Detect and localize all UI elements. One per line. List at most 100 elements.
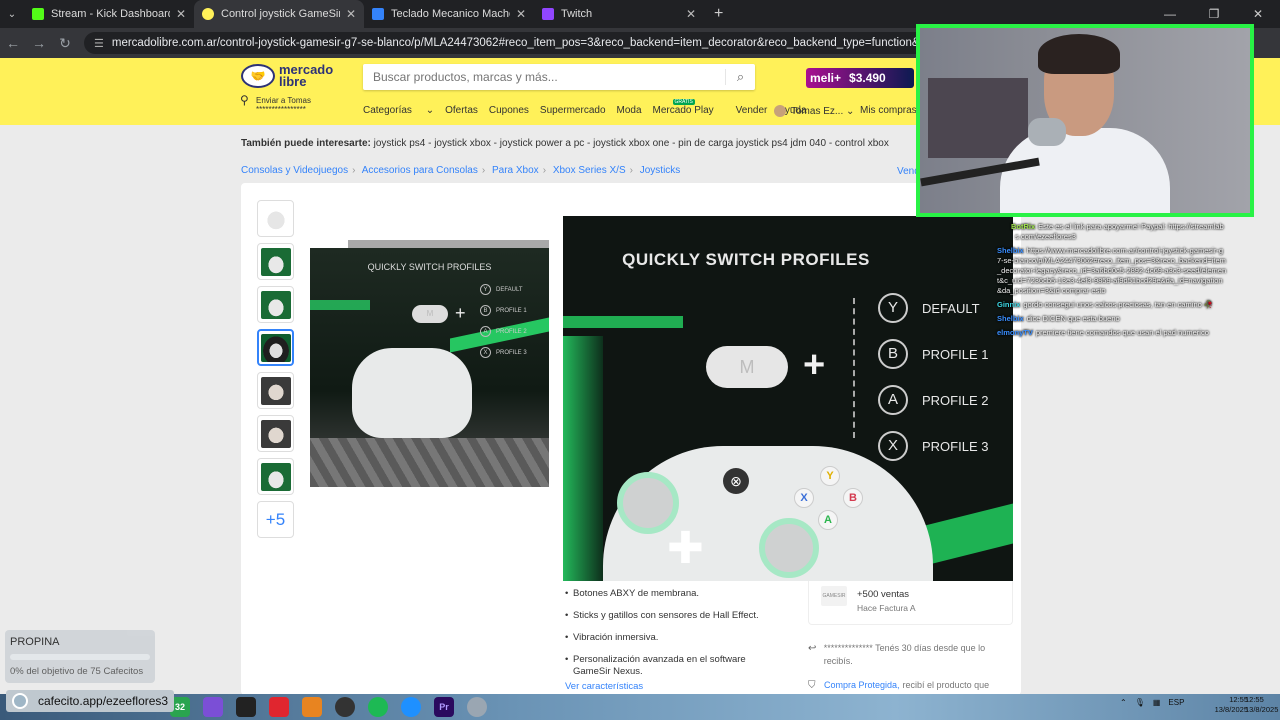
mercadolibre-logo[interactable]: 🤝 mercado libre [241, 63, 333, 88]
location-pin-icon: ⚲ [240, 93, 249, 107]
related-searches: También puede interesarte: joystick ps4 … [241, 138, 889, 149]
kick-icon [32, 8, 44, 20]
tab-kick-dashboard[interactable]: Stream - Kick Dashboard ✕ [24, 0, 194, 28]
close-icon[interactable]: ✕ [516, 7, 526, 21]
user-menu[interactable]: Tomas Ez... ⌄ [774, 105, 854, 117]
thumbnail[interactable] [257, 415, 294, 452]
microphone-icon [1028, 118, 1066, 146]
app-icon[interactable] [269, 697, 289, 717]
back-icon[interactable]: ← [0, 35, 26, 51]
nav-supermercado[interactable]: Supermercado [540, 105, 606, 116]
xbox-home-icon: ⊗ [723, 468, 749, 494]
premiere-icon[interactable]: Pr [434, 697, 454, 717]
nav-cupones[interactable]: Cupones [489, 105, 529, 116]
breadcrumb-item[interactable]: Xbox Series X/S [553, 165, 626, 176]
more-thumbnails-button[interactable]: +5 [257, 501, 294, 538]
feature-item: Botones ABXY de membrana. [565, 588, 785, 600]
nav-moda[interactable]: Moda [617, 105, 642, 116]
feature-item: Sticks y gatillos con sensores de Hall E… [565, 610, 785, 622]
plus-small: + [455, 303, 466, 323]
chat-message: elmonyTV premiere tiene comandos que usan… [997, 328, 1209, 337]
tab-teclado[interactable]: Teclado Mecanico Machenike K ✕ [364, 0, 534, 28]
maximize-icon[interactable]: ❐ [1192, 7, 1236, 21]
mis-compras-link[interactable]: Mis compras [860, 105, 917, 116]
webcam-overlay [916, 24, 1254, 217]
cafecito-icon [12, 693, 28, 709]
obs-studio-icon[interactable] [335, 697, 355, 717]
profiles-small: Y DEFAULT B PROFILE 1 A PROFILE 2 X PROFILE … [480, 280, 532, 364]
app-icon[interactable] [203, 697, 223, 717]
chat-message: Shelbix https://www.mercadolibre.com.ar/c… [997, 246, 1227, 295]
thumbnail[interactable] [257, 286, 294, 323]
mic-tray-icon[interactable]: 🎙 [1135, 698, 1145, 707]
thumbnail[interactable] [257, 458, 294, 495]
close-icon[interactable]: ✕ [346, 7, 356, 21]
profile-row: X PROFILE 3 [878, 423, 988, 469]
search-box: ⌕ [363, 64, 755, 90]
close-icon[interactable]: ✕ [686, 7, 696, 21]
search-icon[interactable]: ⌕ [725, 69, 755, 85]
reload-icon[interactable]: ↻ [52, 35, 78, 52]
wifi-icon[interactable]: ▦ [1153, 698, 1161, 707]
tab-twitch[interactable]: Twitch ✕ [534, 0, 704, 28]
compra-protegida-link[interactable]: Compra Protegida, [824, 680, 900, 691]
spotify-icon[interactable] [368, 697, 388, 717]
breadcrumb-item[interactable]: Accesorios para Consolas [362, 165, 478, 176]
zoom-lens-bar [348, 240, 549, 248]
profile-row: B PROFILE 1 [878, 331, 988, 377]
dpad-icon: ✚ [667, 524, 704, 573]
seller-info[interactable]: GAMESIR +500 ventas Hace Factura A [808, 581, 1013, 625]
profile-list: Y DEFAULT B PROFILE 1 A PROFILE 2 X PROFILE … [878, 285, 988, 469]
breadcrumb-item[interactable]: Joysticks [640, 165, 681, 176]
close-icon[interactable]: ✕ [176, 7, 186, 21]
app-icon[interactable] [467, 697, 487, 717]
thumbnail-selected[interactable] [257, 329, 294, 366]
profile-row: A PROFILE 2 [878, 377, 988, 423]
avatar [774, 105, 786, 117]
thumbnail[interactable] [257, 200, 294, 237]
thumbnail[interactable] [257, 243, 294, 280]
obs-icon[interactable] [236, 697, 256, 717]
m-button-small: M [412, 305, 448, 323]
close-window-icon[interactable]: ✕ [1236, 7, 1280, 21]
thumbnail[interactable] [257, 372, 294, 409]
zoomed-product-image: QUICKLY SWITCH PROFILES M + Y DEFAULT B PR… [563, 216, 1013, 581]
shield-icon: ⛉ [808, 680, 816, 691]
clock[interactable]: 12:55 13/8/2025 [1208, 695, 1248, 715]
nav-mercado-play[interactable]: GRATIS Mercado Play [653, 99, 725, 116]
cafecito-link[interactable]: cafecito.app/ezeeflores3 [6, 690, 174, 712]
chat-message: Ginnix gordo consegui unos calcos precios… [997, 300, 1214, 309]
plus-sign: + [803, 344, 826, 386]
thumbnail-gallery: +5 [257, 200, 294, 544]
search-input[interactable] [363, 64, 725, 90]
nav-vender[interactable]: Vender [736, 105, 768, 116]
profile-row: Y DEFAULT [878, 285, 988, 331]
forward-icon[interactable]: → [26, 35, 52, 51]
seller-logo: GAMESIR [821, 586, 847, 606]
breadcrumb-item[interactable]: Consolas y Videojuegos [241, 165, 348, 176]
site-info-icon[interactable]: ☰ [94, 37, 104, 50]
controller-image [352, 348, 472, 438]
purchase-protection: ⛉ Compra Protegida, recibí el producto q… [808, 680, 990, 691]
feature-list: Botones ABXY de membrana. Sticks y gatil… [565, 588, 785, 688]
app-icon[interactable] [401, 697, 421, 717]
right-stick [759, 518, 819, 578]
tab-mercadolibre[interactable]: Control joystick GameSir G7 SE ✕ [194, 0, 364, 28]
nav-categorias[interactable]: Categorías ⌄ [363, 105, 434, 116]
new-tab-button[interactable]: + [714, 5, 723, 23]
feature-item: Vibración inmersiva. [565, 632, 785, 644]
shipping-location[interactable]: ⚲ Enviar a Tomas **************** [240, 93, 311, 114]
system-tray: ⌃ 🎙 ▦ ESP [1120, 698, 1185, 707]
meliplus-banner[interactable]: meli+ $3.490 [806, 68, 914, 88]
nav-ofertas[interactable]: Ofertas [445, 105, 478, 116]
app-icon[interactable] [302, 697, 322, 717]
ver-caracteristicas-link[interactable]: Ver características [565, 681, 643, 692]
chevron-up-icon[interactable]: ⌃ [1120, 698, 1127, 707]
related-links[interactable]: joystick ps4 - joystick xbox - joystick … [374, 138, 889, 149]
taskbar-apps: 32 Pr [170, 697, 500, 717]
clock-secondary: 12:55 13/8/2025 [1245, 695, 1279, 714]
minimize-icon[interactable]: — [1148, 7, 1192, 21]
breadcrumb-item[interactable]: Para Xbox [492, 165, 539, 176]
stream-chat: BotRix Este es el link para apoyarme! Pay… [997, 222, 1227, 342]
tab-search-icon[interactable]: ⌄ [0, 9, 24, 20]
